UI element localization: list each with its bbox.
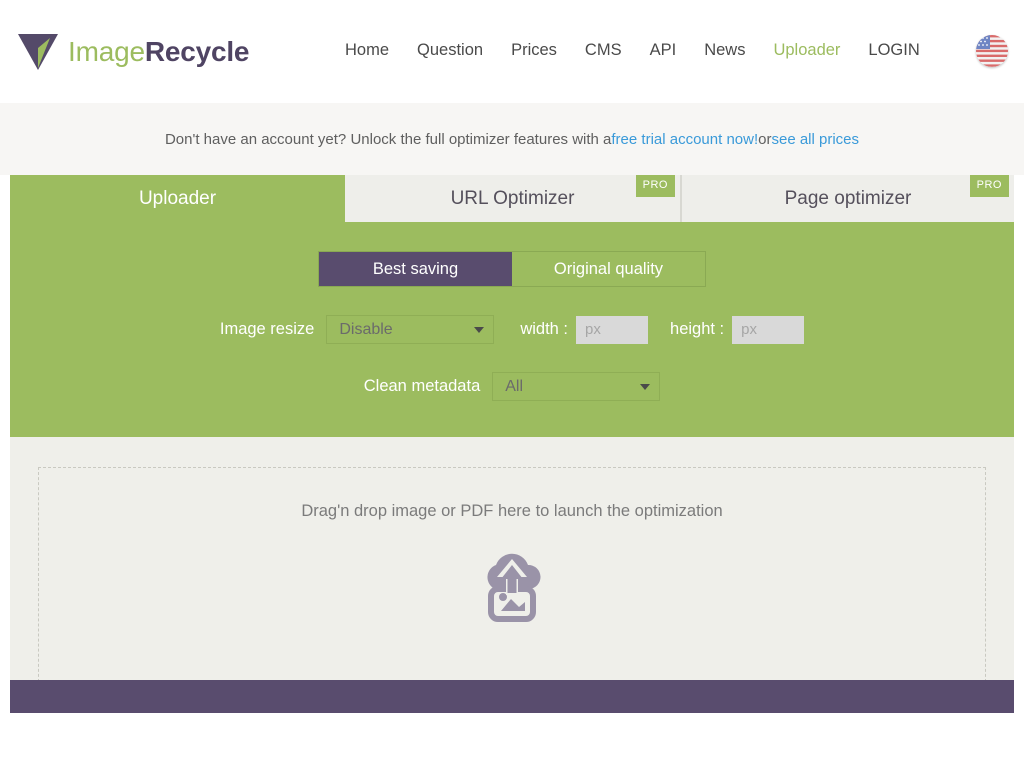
clean-metadata-select[interactable]: All <box>492 372 661 401</box>
cloud-upload-image-icon <box>475 549 549 628</box>
nav-item-news[interactable]: News <box>704 41 745 60</box>
clean-metadata-label: Clean metadata <box>363 377 481 395</box>
nav-item-prices[interactable]: Prices <box>511 41 557 60</box>
quality-toggle-group: Best saving Original quality <box>318 251 706 287</box>
tab-page-optimizer-label: Page optimizer <box>784 187 912 209</box>
announcement-text-middle: or <box>758 130 772 148</box>
height-label: height : <box>670 320 725 338</box>
dropzone-area: Drag'n drop image or PDF here to launch … <box>0 437 1024 687</box>
nav-item-login[interactable]: LOGIN <box>868 41 919 60</box>
clean-metadata-value: All <box>505 377 524 395</box>
left-gutter <box>0 175 10 735</box>
tab-bar: Uploader URL Optimizer PRO Page optimize… <box>10 175 1014 222</box>
site-footer <box>0 680 1024 713</box>
dropzone-text: Drag'n drop image or PDF here to launch … <box>301 502 723 520</box>
announcement-bar: Don't have an account yet? Unlock the fu… <box>0 103 1024 175</box>
height-input[interactable] <box>732 315 805 344</box>
main-navigation: Home Question Prices CMS API News Upload… <box>345 41 920 60</box>
image-resize-label: Image resize <box>219 320 315 338</box>
pro-badge-url-optimizer: PRO <box>635 175 675 197</box>
logo-text: ImageRecycle <box>68 36 249 68</box>
tab-uploader-label: Uploader <box>138 187 217 209</box>
image-resize-select[interactable]: Disable <box>326 315 495 344</box>
optimizer-panel: Uploader URL Optimizer PRO Page optimize… <box>10 175 1014 437</box>
nav-item-cms[interactable]: CMS <box>585 41 622 60</box>
tab-page-optimizer[interactable]: Page optimizer PRO <box>680 175 1014 222</box>
nav-item-question[interactable]: Question <box>417 41 483 60</box>
free-trial-link[interactable]: free trial account now! <box>611 131 758 148</box>
chevron-down-icon <box>640 383 651 390</box>
tab-uploader[interactable]: Uploader <box>10 175 345 222</box>
file-dropzone[interactable]: Drag'n drop image or PDF here to launch … <box>38 467 986 687</box>
resize-row: Image resize Disable width : height : <box>10 315 1014 344</box>
image-resize-value: Disable <box>339 320 393 338</box>
us-flag-icon[interactable] <box>976 35 1008 67</box>
logo-text-light: Image <box>68 35 145 67</box>
tab-url-optimizer-label: URL Optimizer <box>450 187 575 209</box>
site-header: ImageRecycle Home Question Prices CMS AP… <box>0 0 1024 103</box>
width-label: width : <box>520 320 569 338</box>
logo[interactable]: ImageRecycle <box>16 32 249 72</box>
nav-item-api[interactable]: API <box>650 41 677 60</box>
announcement-text-before: Don't have an account yet? Unlock the fu… <box>164 130 612 148</box>
metadata-row: Clean metadata All <box>10 372 1014 401</box>
chevron-down-icon <box>474 326 485 333</box>
best-saving-button[interactable]: Best saving <box>319 252 512 286</box>
triangle-logo-icon <box>18 33 58 70</box>
pro-badge-page-optimizer: PRO <box>969 175 1009 197</box>
options-panel: Best saving Original quality Image resiz… <box>10 222 1014 437</box>
right-gutter <box>1014 175 1024 735</box>
nav-item-home[interactable]: Home <box>345 41 389 60</box>
original-quality-button[interactable]: Original quality <box>512 252 705 286</box>
logo-text-bold: Recycle <box>144 35 250 67</box>
see-all-prices-link[interactable]: see all prices <box>771 131 859 148</box>
tab-url-optimizer[interactable]: URL Optimizer PRO <box>345 175 680 222</box>
nav-item-uploader[interactable]: Uploader <box>773 41 840 60</box>
width-input[interactable] <box>576 315 649 344</box>
